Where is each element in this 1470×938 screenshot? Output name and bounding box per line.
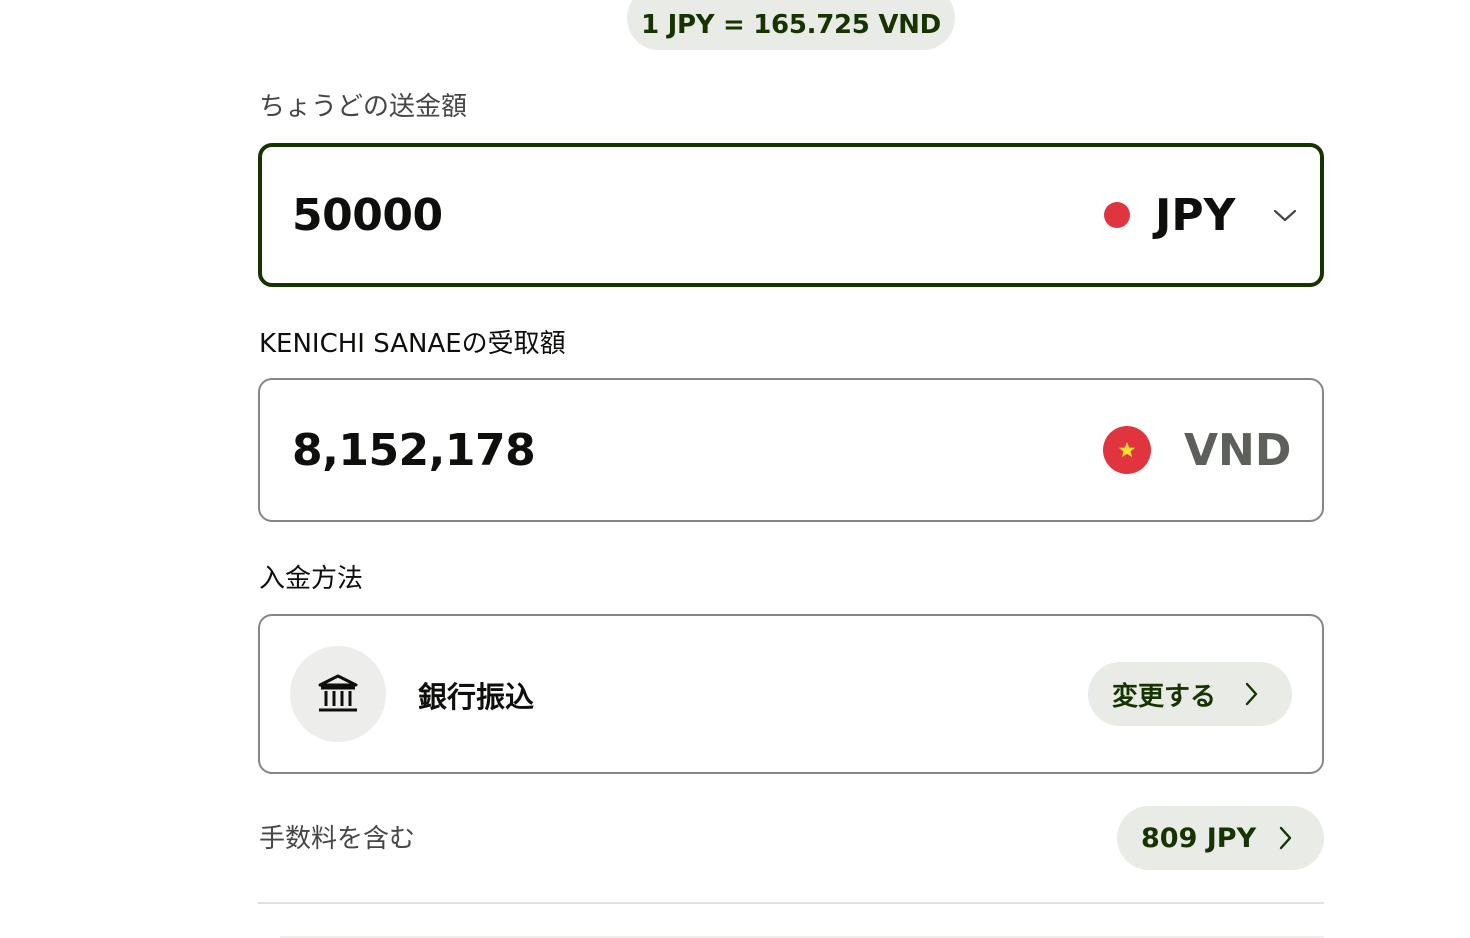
receive-amount-label: KENICHI SANAEの受取額 (259, 329, 566, 359)
send-amount-label: ちょうどの送金額 (259, 92, 468, 122)
send-amount-input[interactable]: 50000 (292, 190, 443, 241)
chevron-right-icon (1245, 682, 1258, 706)
receive-currency-code: VND (1184, 424, 1292, 476)
payment-method-name: 銀行振込 (418, 680, 535, 714)
send-currency-code[interactable]: JPY (1155, 190, 1235, 241)
send-amount-field[interactable]: 50000 JPY (258, 143, 1324, 287)
chevron-right-icon (1279, 826, 1292, 850)
vietnam-flag-icon (1103, 426, 1151, 474)
receive-amount-field[interactable]: 8,152,178 VND (258, 378, 1324, 522)
change-payment-method-button[interactable]: 変更する (1088, 662, 1292, 726)
section-divider (258, 902, 1324, 904)
exchange-rate-badge: 1 JPY = 165.725 VND (627, 0, 955, 50)
fee-label: 手数料を含む (259, 824, 416, 854)
chevron-down-icon[interactable] (1272, 202, 1298, 228)
bank-icon (318, 674, 358, 712)
fee-details-button[interactable]: 809 JPY (1117, 806, 1324, 870)
receive-amount-input[interactable]: 8,152,178 (292, 425, 536, 476)
change-button-label: 変更する (1112, 681, 1217, 712)
bank-icon-container (290, 646, 386, 742)
payment-method-label: 入金方法 (259, 564, 364, 594)
payment-method-card: 銀行振込 変更する (258, 614, 1324, 774)
transfer-calculator-page: 1 JPY = 165.725 VND ちょうどの送金額 50000 JPY K… (0, 0, 1470, 938)
fee-value: 809 JPY (1141, 822, 1257, 854)
star-icon (1118, 442, 1136, 458)
japan-flag-icon (1104, 202, 1130, 228)
